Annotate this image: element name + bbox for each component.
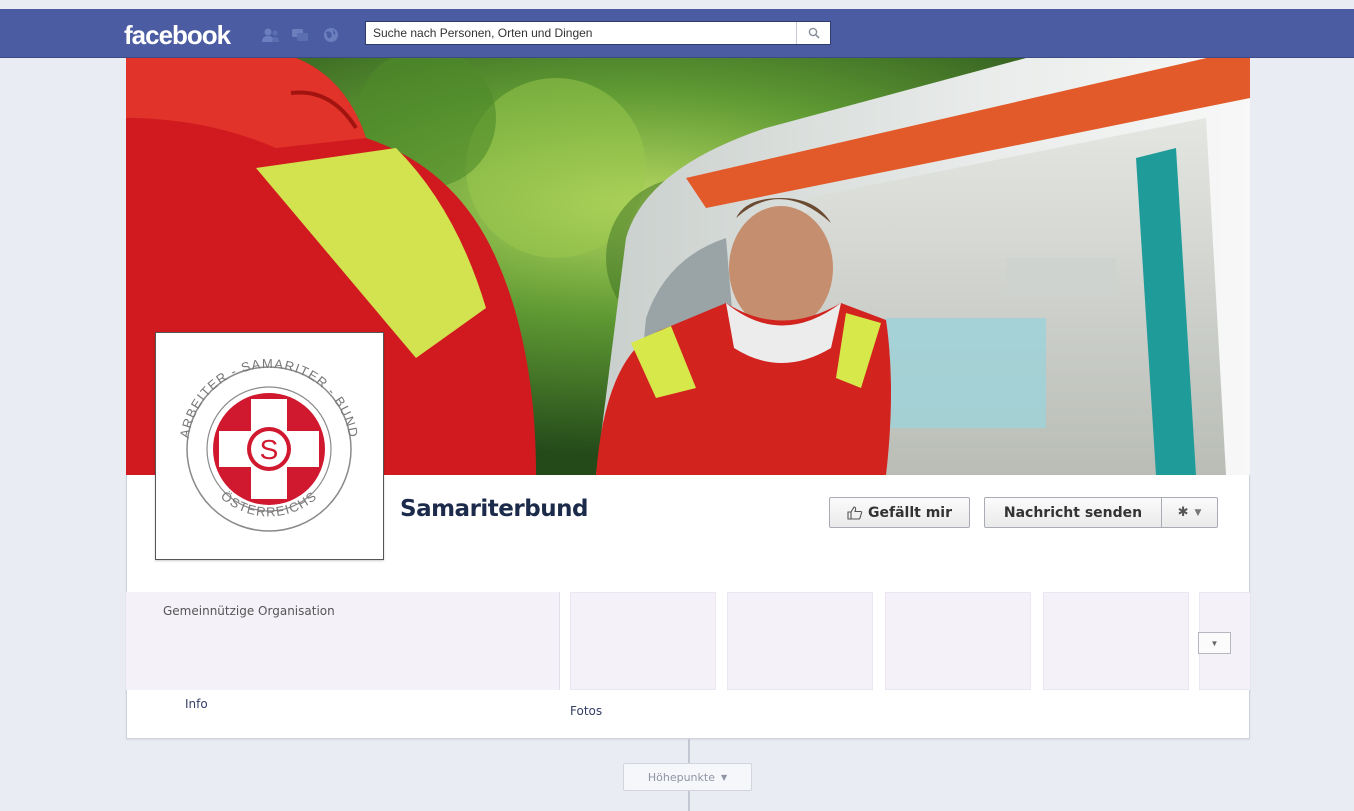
- app-tile-photos[interactable]: [570, 592, 716, 690]
- search-icon: [808, 27, 820, 39]
- top-navigation-bar: facebook: [0, 9, 1354, 58]
- like-button[interactable]: Gefällt mir: [829, 497, 970, 528]
- tab-info[interactable]: Info: [185, 697, 208, 711]
- notifications-globe-icon[interactable]: [322, 27, 340, 43]
- profile-picture[interactable]: S ARBEITER - SAMARITER - BUND ÖSTERREICH…: [155, 332, 384, 560]
- like-button-label: Gefällt mir: [868, 504, 952, 521]
- logo-letter: S: [260, 434, 279, 465]
- gear-icon: ✱: [1177, 505, 1189, 520]
- timeline-line: [688, 791, 690, 811]
- search-input[interactable]: [366, 22, 796, 44]
- chevron-down-icon: ▼: [1194, 507, 1202, 518]
- highlights-label: Höhepunkte: [647, 770, 715, 784]
- send-message-label: Nachricht senden: [1003, 504, 1143, 521]
- page-title[interactable]: Samariterbund: [400, 496, 588, 522]
- app-tile[interactable]: [1043, 592, 1189, 690]
- tab-photos[interactable]: Fotos: [570, 704, 602, 718]
- samariterbund-logo: S ARBEITER - SAMARITER - BUND ÖSTERREICH…: [177, 356, 360, 532]
- app-tile[interactable]: [885, 592, 1031, 690]
- send-message-button[interactable]: Nachricht senden: [984, 497, 1162, 528]
- messages-icon[interactable]: [291, 27, 309, 43]
- chevron-down-icon: ▼: [1210, 638, 1219, 648]
- search-box: [365, 21, 831, 45]
- chevron-down-icon: ▼: [720, 772, 728, 782]
- highlights-dropdown[interactable]: Höhepunkte ▼: [623, 763, 752, 791]
- thumbs-up-icon: [847, 505, 863, 520]
- page-settings-dropdown[interactable]: ✱ ▼: [1161, 497, 1218, 528]
- page-category: Gemeinnützige Organisation: [163, 604, 335, 618]
- app-tile[interactable]: [727, 592, 873, 690]
- timeline-line: [688, 739, 690, 763]
- friend-requests-icon[interactable]: [262, 27, 280, 43]
- expand-apps-button[interactable]: ▼: [1198, 632, 1231, 654]
- facebook-logo[interactable]: facebook: [124, 20, 231, 51]
- search-button[interactable]: [796, 22, 830, 44]
